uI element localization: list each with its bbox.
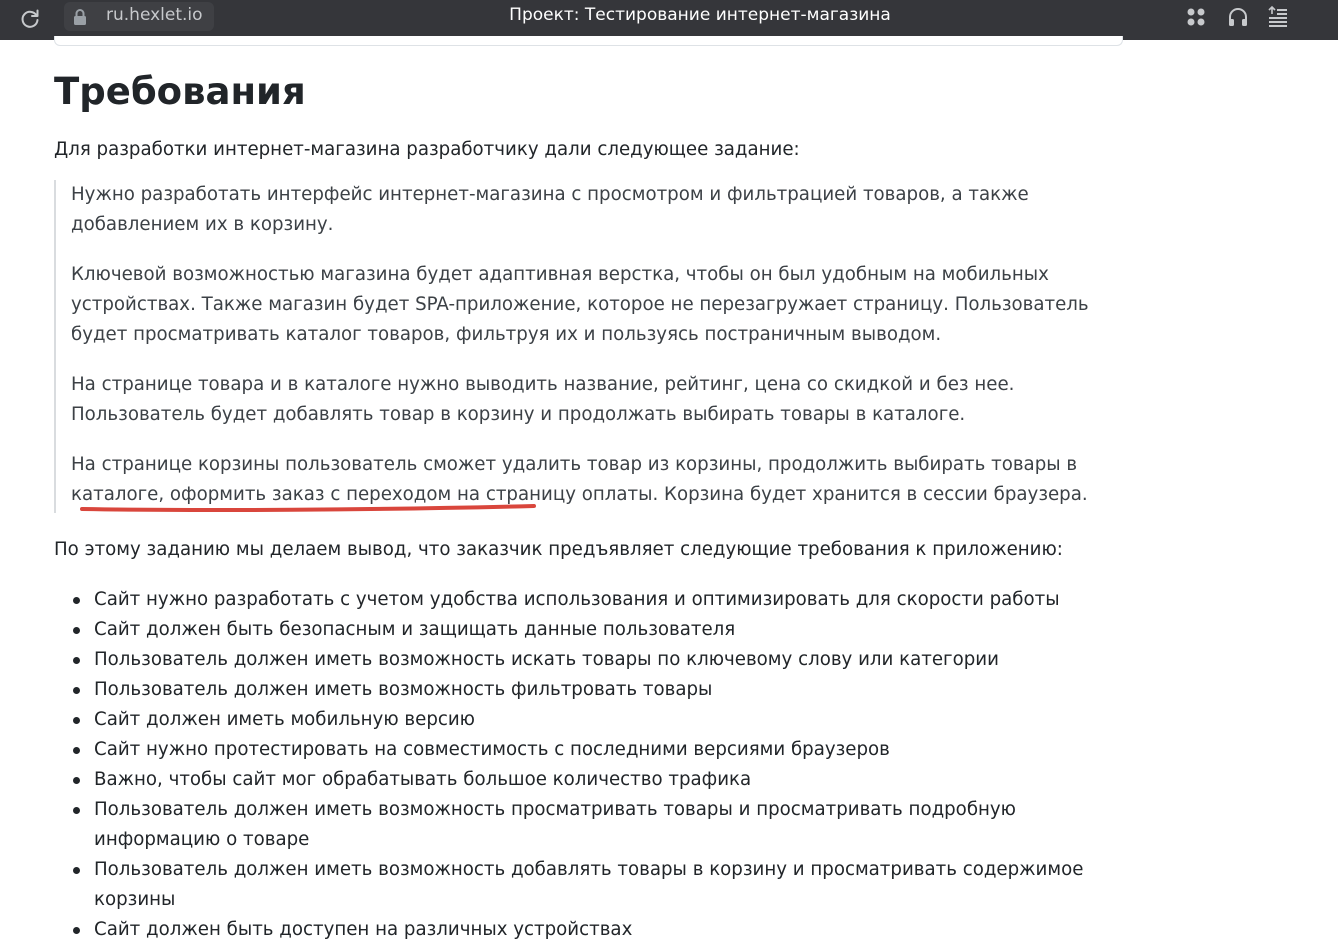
list-item-text: Важно, чтобы сайт мог обрабатывать больш… bbox=[94, 769, 752, 790]
list-item: Пользователь должен иметь возможность фи… bbox=[73, 675, 1134, 705]
bullet-icon bbox=[73, 747, 80, 754]
list-item-text: Пользователь должен иметь возможность до… bbox=[94, 859, 1084, 910]
list-item: Пользователь должен иметь возможность ис… bbox=[73, 645, 1134, 675]
list-item-text: Сайт должен быть безопасным и защищать д… bbox=[94, 619, 736, 640]
reader-mode-icon[interactable] bbox=[1266, 5, 1290, 29]
list-item: Сайт нужно протестировать на совместимос… bbox=[73, 735, 1134, 765]
list-item-text: Сайт должен иметь мобильную версию bbox=[94, 709, 475, 730]
list-item: Пользователь должен иметь возможность пр… bbox=[73, 795, 1134, 855]
intro-paragraph: Для разработки интернет-магазина разрабо… bbox=[54, 139, 800, 160]
list-item: Сайт должен быть доступен на различных у… bbox=[73, 915, 1134, 945]
summary-paragraph: По этому заданию мы делаем вывод, что за… bbox=[54, 539, 1063, 560]
requirements-list: Сайт нужно разработать с учетом удобства… bbox=[73, 585, 1134, 945]
headphones-icon[interactable] bbox=[1226, 5, 1250, 29]
extensions-icon[interactable] bbox=[1184, 5, 1208, 29]
task-blockquote: Нужно разработать интерфейс интернет-маг… bbox=[54, 180, 1129, 513]
quote-paragraph: Ключевой возможностью магазина будет ада… bbox=[71, 264, 1089, 345]
quote-paragraph: На странице товара и в каталоге нужно вы… bbox=[71, 374, 1015, 425]
tab-title: Проект: Тестирование интернет-магазина bbox=[509, 5, 891, 25]
card-bottom-edge bbox=[54, 36, 1123, 46]
list-item: Важно, чтобы сайт мог обрабатывать больш… bbox=[73, 765, 1134, 795]
browser-toolbar: ru.hexlet.io Проект: Тестирование интерн… bbox=[0, 0, 1338, 40]
section-heading: Требования bbox=[54, 70, 306, 113]
red-underline-annotation bbox=[80, 504, 536, 512]
list-item-text: Сайт нужно протестировать на совместимос… bbox=[94, 739, 890, 760]
bullet-icon bbox=[73, 867, 80, 874]
list-item: Сайт должен быть безопасным и защищать д… bbox=[73, 615, 1134, 645]
bullet-icon bbox=[73, 687, 80, 694]
list-item: Пользователь должен иметь возможность до… bbox=[73, 855, 1134, 915]
bullet-icon bbox=[73, 777, 80, 784]
bullet-icon bbox=[73, 717, 80, 724]
bullet-icon bbox=[73, 927, 80, 934]
bullet-icon bbox=[73, 627, 80, 634]
list-item-text: Пользователь должен иметь возможность ис… bbox=[94, 649, 999, 670]
quote-paragraph: Нужно разработать интерфейс интернет-маг… bbox=[71, 184, 1029, 235]
bullet-icon bbox=[73, 807, 80, 814]
bullet-icon bbox=[73, 597, 80, 604]
bullet-icon bbox=[73, 657, 80, 664]
list-item: Сайт нужно разработать с учетом удобства… bbox=[73, 585, 1134, 615]
list-item-text: Пользователь должен иметь возможность пр… bbox=[94, 799, 1016, 850]
list-item-text: Пользователь должен иметь возможность фи… bbox=[94, 679, 713, 700]
list-item: Сайт должен иметь мобильную версию bbox=[73, 705, 1134, 735]
list-item-text: Сайт нужно разработать с учетом удобства… bbox=[94, 589, 1060, 610]
